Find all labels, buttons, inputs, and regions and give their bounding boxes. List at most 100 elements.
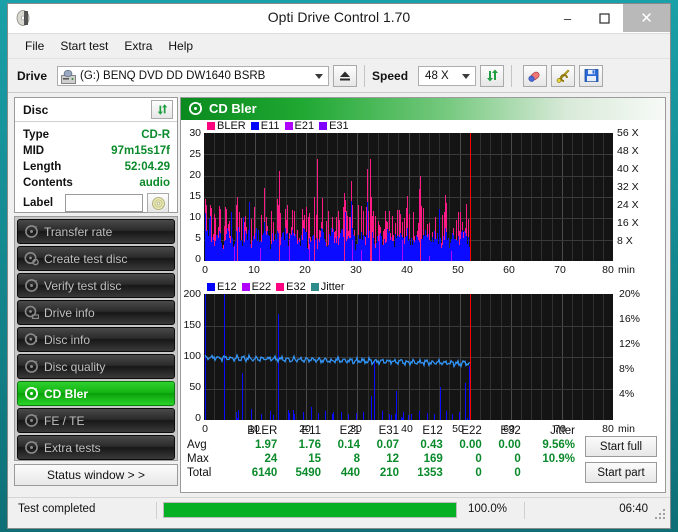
sidebar-item-create-test-disc[interactable]: Create test disc — [17, 246, 175, 271]
sidebar-item-cd-bler[interactable]: CD Bler — [17, 381, 175, 406]
start-part-button[interactable]: Start part — [585, 462, 657, 483]
minimize-button[interactable]: – — [549, 4, 586, 32]
sidebar-item-extra-tests[interactable]: Extra tests — [17, 435, 175, 460]
eject-button[interactable] — [333, 64, 358, 87]
resize-grip[interactable] — [655, 509, 666, 520]
legend-label: E21 — [294, 120, 315, 132]
legend-item-e22: E22 — [241, 281, 271, 293]
stats-total-e11: 5490 — [295, 467, 322, 479]
start-full-button[interactable]: Start full — [585, 436, 657, 457]
eraser-button[interactable] — [523, 64, 548, 87]
close-button[interactable]: ✕ — [623, 4, 670, 32]
drive-select[interactable]: (G:) BENQ DVD DD DW1640 BSRB — [57, 65, 330, 86]
sidebar-item-transfer-rate[interactable]: Transfer rate — [17, 219, 175, 244]
sidebar-item-label: Extra tests — [44, 440, 101, 455]
sidebar-item-label: CD Bler — [44, 386, 89, 401]
bler-xtick-20: 20 — [299, 264, 311, 276]
disc-refresh-button[interactable] — [151, 100, 173, 119]
drive-select-value: (G:) BENQ DVD DD DW1640 BSRB — [80, 69, 266, 82]
status-window-button[interactable]: Status window > > — [14, 464, 178, 486]
stats-total-e21: 440 — [340, 467, 361, 479]
stats-avg-e32: 0.00 — [498, 439, 521, 451]
tools-button[interactable] — [551, 64, 576, 87]
toolbar-separator-2 — [511, 64, 513, 87]
status-separator-1 — [156, 502, 157, 519]
stats-max-e21: 8 — [353, 453, 361, 465]
toolbar-separator-1 — [364, 64, 366, 87]
sidebar-item-label: Create test disc — [44, 251, 128, 266]
disc-row-type: Type CD-R — [23, 127, 170, 143]
bler-xtick-50: 50 — [452, 264, 464, 276]
save-button[interactable] — [579, 64, 604, 87]
stats-max-bler: 24 — [264, 453, 278, 465]
bler-ytick-25: 25 — [189, 148, 201, 160]
legend-label: E32 — [286, 281, 306, 293]
legend-swatch — [284, 122, 293, 130]
table-row: Avg 1.97 1.76 0.14 0.07 0.43 0.00 0.00 9… — [183, 438, 579, 452]
bler-right-tick-56: 56 X — [617, 127, 639, 139]
legend-label: E31 — [329, 120, 349, 132]
menu-item-start-test[interactable]: Start test — [52, 36, 116, 56]
legend-item-e21: E21 — [284, 120, 315, 132]
sidebar-item-fe-te[interactable]: FE / TE — [17, 408, 175, 433]
elapsed-time: 06:40 — [619, 503, 648, 515]
disc-label-read-button[interactable] — [147, 193, 169, 213]
speed-label: Speed — [372, 68, 409, 83]
stats-avg-e22: 0.00 — [459, 439, 482, 451]
disc-info-rows: Type CD-R MID 97m15s17f Length 52:04.29 — [15, 122, 177, 213]
bler-right-tick-48: 48 X — [617, 145, 639, 157]
disc-label-key: Label — [23, 197, 54, 209]
e12-ytick-50: 50 — [189, 381, 201, 393]
stats-avg-jitter: 9.56% — [542, 439, 575, 451]
sidebar-item-verify-test-disc[interactable]: Verify test disc — [17, 273, 175, 298]
bler-xtick-70: 70 — [554, 264, 566, 276]
e12-plot-area[interactable] — [204, 294, 613, 420]
disc-icon — [18, 224, 44, 239]
bler-xtick-40: 40 — [401, 264, 413, 276]
stats-total-e12: 1353 — [417, 467, 443, 479]
status-message: Test completed — [18, 503, 96, 515]
bler-ytick-10: 10 — [189, 211, 201, 223]
sidebar-item-disc-info[interactable]: Disc info — [17, 327, 175, 352]
disc-info-panel: Disc Type CD-R MID 97m15s17f Length 52:0… — [14, 97, 178, 213]
legend-swatch — [276, 283, 285, 291]
sidebar-item-label: Verify test disc — [44, 278, 122, 293]
sidebar-item-label: Transfer rate — [44, 224, 113, 239]
legend-label: E11 — [260, 120, 280, 132]
menu-item-extra[interactable]: Extra — [116, 36, 160, 56]
sidebar-item-drive-info[interactable]: Drive info — [17, 300, 175, 325]
speed-select[interactable]: 48 X — [418, 65, 477, 86]
menu-item-help[interactable]: Help — [160, 36, 201, 56]
bler-ytick-20: 20 — [189, 169, 201, 181]
legend-swatch — [207, 122, 215, 130]
e12-right-tick-20: 20% — [619, 288, 641, 300]
disc-row-type-key: Type — [23, 129, 49, 141]
bler-plot-area[interactable] — [204, 133, 613, 261]
bler-chart-legend: BLER E11 E21 E31 — [207, 120, 354, 132]
disc-row-length: Length 52:04.29 — [23, 159, 170, 175]
menu-item-file[interactable]: File — [17, 36, 52, 56]
disc-label-input[interactable] — [65, 194, 143, 212]
sidebar-item-disc-quality[interactable]: Disc quality — [17, 354, 175, 379]
stats-avg-e31: 0.07 — [376, 439, 400, 451]
bler-xtick-30: 30 — [350, 264, 362, 276]
stats-header-row: BLER E11 E21 E31 E12 E22 E32 Jitter — [183, 424, 579, 438]
sidebar-item-label: Disc quality — [44, 359, 106, 374]
stats-max-jitter: 10.9% — [542, 453, 575, 465]
stats-col-e12: E12 — [422, 425, 443, 437]
legend-item-e32: E32 — [276, 281, 306, 293]
stats-max-e32: 0 — [514, 453, 521, 465]
stats-row-label-avg: Avg — [187, 439, 207, 451]
maximize-button[interactable] — [586, 4, 623, 32]
desktop-background: Opti Drive Control 1.70 – ✕ File Start t… — [0, 0, 678, 532]
stats-avg-e12: 0.43 — [420, 439, 443, 451]
sidebar: Disc Type CD-R MID 97m15s17f Length 52:0… — [14, 97, 178, 493]
disc-row-mid: MID 97m15s17f — [23, 143, 170, 159]
disc-row-mid-value: 97m15s17f — [111, 145, 170, 157]
stats-col-e11: E11 — [301, 425, 322, 437]
stats-corner — [183, 424, 231, 438]
refresh-button[interactable] — [480, 64, 505, 87]
stats-col-e22: E22 — [461, 425, 482, 437]
stats-total-e22: 0 — [475, 467, 482, 479]
disc-label-row: Label — [23, 193, 170, 213]
